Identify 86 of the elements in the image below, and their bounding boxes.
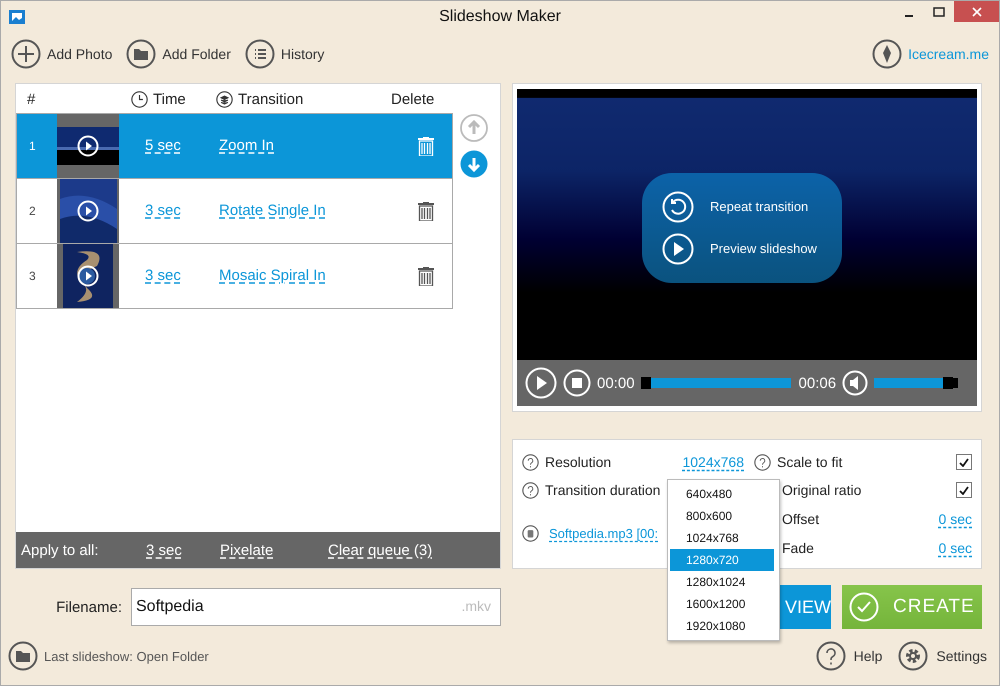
- slide-row[interactable]: 3 3 sec Mosaic Spiral In: [16, 243, 453, 309]
- trash-icon[interactable]: [418, 136, 434, 156]
- row-number: 1: [28, 139, 37, 153]
- help-icon: [522, 454, 539, 470]
- gear-icon: [898, 641, 928, 671]
- transition-link[interactable]: Rotate Single In: [219, 202, 326, 219]
- check-icon: [849, 592, 879, 622]
- setting-label: Transition duration: [545, 482, 660, 498]
- checkbox[interactable]: [956, 454, 972, 470]
- stop-icon: [563, 369, 591, 397]
- play-icon[interactable]: [77, 200, 99, 222]
- speaker-icon: [842, 370, 868, 396]
- filename-label: Filename:: [55, 598, 122, 616]
- check-icon: [959, 458, 969, 466]
- clock-icon: [131, 90, 148, 108]
- play-button[interactable]: [525, 367, 557, 399]
- help-icon: [522, 482, 539, 498]
- menu-item[interactable]: Preview slideshow: [662, 232, 842, 264]
- play-icon[interactable]: [77, 265, 99, 287]
- resolution-link[interactable]: 1024x768: [682, 454, 744, 470]
- setting-label: Resolution: [545, 454, 612, 470]
- slide-row[interactable]: 2 3 sec Rotate Single In: [16, 178, 453, 244]
- settings-button[interactable]: Settings: [898, 641, 987, 671]
- current-time: 00:00: [597, 374, 635, 392]
- trash-icon[interactable]: [418, 202, 434, 220]
- list-icon: [244, 39, 275, 69]
- duration-link[interactable]: 3 sec: [146, 542, 220, 558]
- dropdown-option[interactable]: 1024x768: [670, 527, 774, 549]
- maximize-icon: [933, 6, 945, 16]
- close-icon: [972, 6, 982, 16]
- play-icon: [525, 367, 557, 399]
- slide-row[interactable]: 1 5 sec Zoom In: [16, 113, 453, 179]
- setting-label: Original ratio: [782, 482, 862, 498]
- arrow-down-icon: [460, 150, 488, 178]
- dropdown-option[interactable]: 1280x720: [670, 549, 774, 571]
- setting-label: Offset: [782, 510, 820, 526]
- setting-label: Scale to fit: [777, 454, 842, 470]
- column-header: Delete: [391, 90, 434, 108]
- trash-icon[interactable]: [418, 266, 434, 286]
- stop-button[interactable]: [563, 369, 591, 397]
- move-down-button[interactable]: [460, 150, 488, 178]
- duration-link[interactable]: 3 sec: [145, 267, 181, 284]
- transition-link[interactable]: Zoom In: [219, 137, 274, 154]
- arrow-up-icon: [460, 114, 488, 142]
- help-button[interactable]: Help: [816, 641, 882, 671]
- column-header: Transition: [238, 90, 304, 108]
- check-icon: [959, 486, 969, 494]
- status-text: Last slideshow: Open Folder: [44, 648, 209, 664]
- minimize-icon: [905, 14, 913, 16]
- layers-icon: [216, 90, 233, 108]
- folder-icon: [8, 641, 38, 671]
- clear-queue-link[interactable]: Clear queue (3): [328, 542, 468, 558]
- duration-link[interactable]: 0 sec: [938, 510, 972, 526]
- transition-link[interactable]: Mosaic Spiral In: [219, 267, 326, 284]
- setting-label: Fade: [782, 540, 814, 556]
- volume-button[interactable]: [842, 370, 868, 396]
- plus-icon: [11, 39, 41, 69]
- column-header: Time: [153, 90, 186, 108]
- seek-bar[interactable]: [640, 378, 791, 388]
- help-icon: [816, 641, 846, 671]
- duration-link[interactable]: 5 sec: [145, 137, 181, 154]
- apply-label: Apply to all:: [21, 542, 100, 558]
- folder-icon: [126, 39, 156, 69]
- seek-thumb[interactable]: [640, 377, 651, 389]
- extension-label: .mkv: [461, 598, 491, 614]
- total-time: 00:06: [798, 374, 836, 392]
- app-icon: [9, 10, 25, 24]
- repeat-icon: [662, 190, 694, 222]
- duration-link[interactable]: 3 sec: [145, 202, 181, 219]
- dropdown-option[interactable]: 640x480: [670, 483, 774, 505]
- play-icon: [662, 232, 694, 264]
- play-icon[interactable]: [77, 135, 99, 157]
- row-number: 2: [28, 204, 37, 218]
- close-button[interactable]: [954, 1, 999, 22]
- menu-item[interactable]: Repeat transition: [662, 190, 842, 222]
- duration-link[interactable]: 0 sec: [938, 540, 972, 556]
- row-number: 3: [28, 269, 37, 283]
- dropdown-option[interactable]: 800x600: [670, 505, 774, 527]
- audio-link[interactable]: Softpedia.mp3 [00:: [549, 526, 658, 540]
- column-header: #: [27, 90, 36, 108]
- toolbar-button[interactable]: Add Folder: [126, 39, 231, 69]
- window-title: Slideshow Maker: [439, 8, 561, 26]
- toolbar-button[interactable]: History: [244, 39, 324, 69]
- transition-link[interactable]: Pixelate: [220, 542, 328, 558]
- toolbar-button[interactable]: Add Photo: [11, 39, 112, 69]
- checkbox[interactable]: [956, 482, 972, 498]
